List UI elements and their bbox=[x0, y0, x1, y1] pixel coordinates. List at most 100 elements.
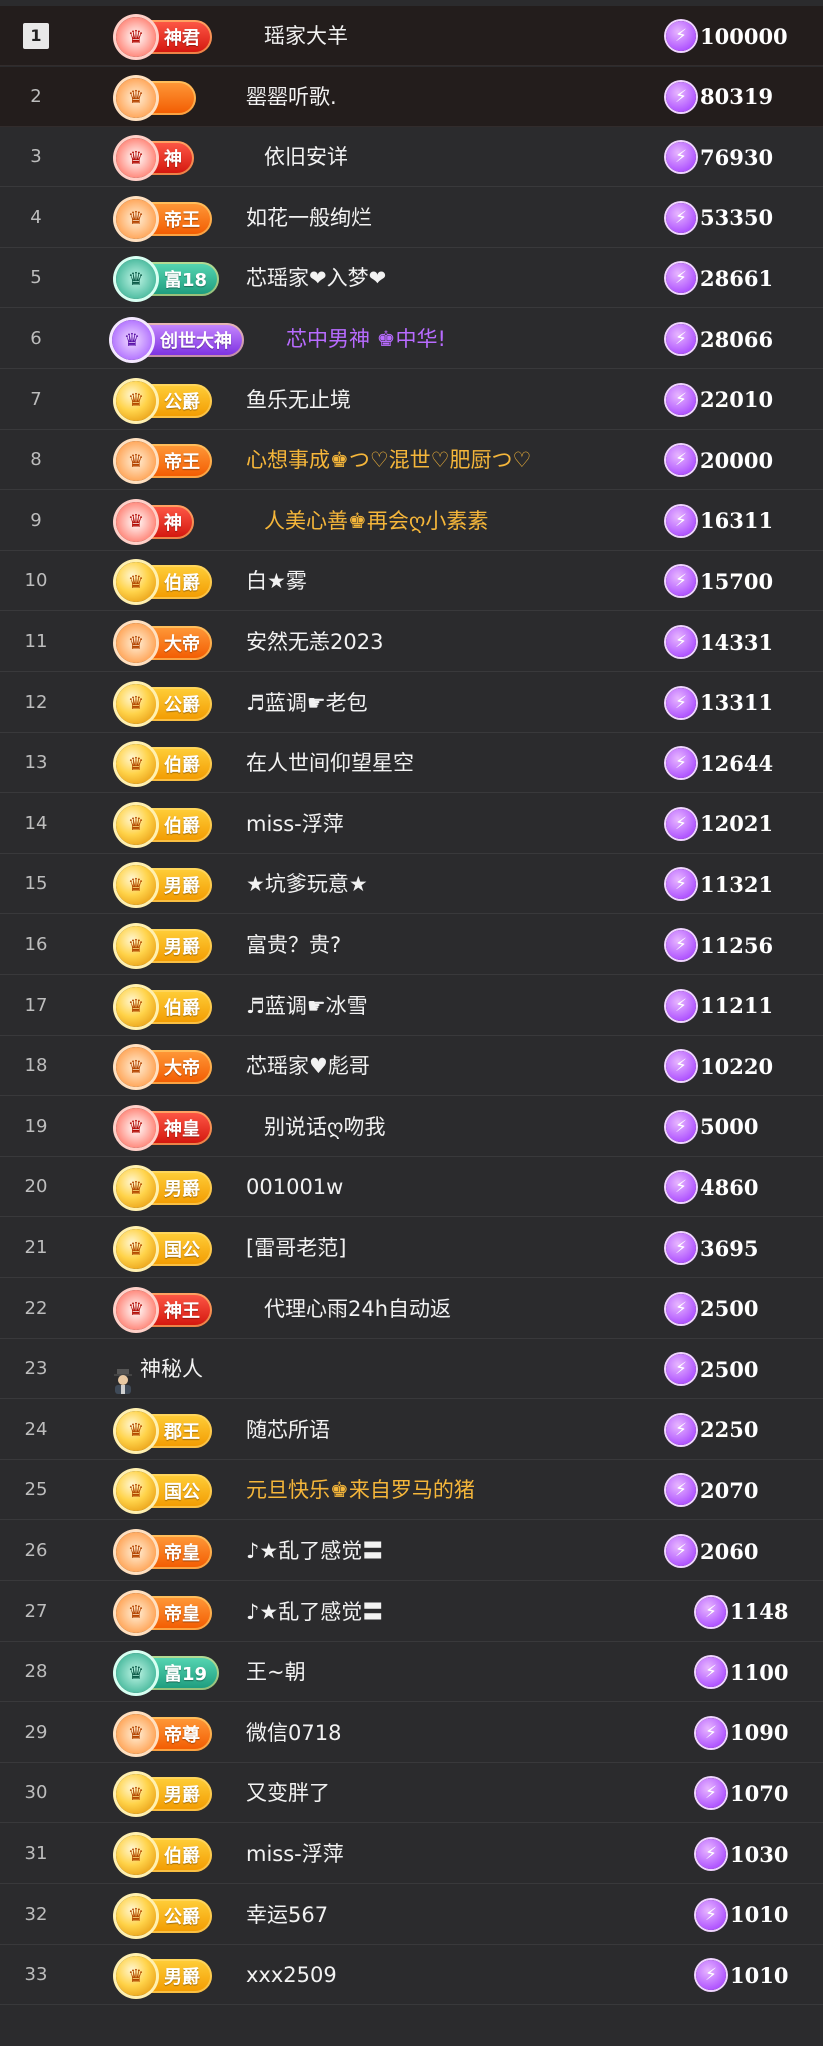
user-name[interactable]: 依旧安详 bbox=[264, 127, 348, 187]
ranking-row[interactable]: 27 ♛ 帝皇 ♪★乱了感觉〓 ⚡ 1148 bbox=[0, 1582, 823, 1642]
lightning-coin-icon: ⚡ bbox=[666, 1233, 696, 1263]
user-name[interactable]: ♪★乱了感觉〓 bbox=[246, 1582, 383, 1642]
rank-number: 6 bbox=[30, 328, 42, 349]
ranking-row[interactable]: 22 ♛ 神王 代理心雨24h自动返 ⚡ 2500 bbox=[0, 1279, 823, 1339]
user-name[interactable]: 王~朝 bbox=[246, 1642, 306, 1702]
user-name[interactable]: 元旦快乐♚来自罗马的猪 bbox=[246, 1460, 475, 1520]
rank-number: 12 bbox=[24, 691, 48, 713]
user-name[interactable]: 别说话ღ吻我 bbox=[264, 1097, 386, 1157]
user-name[interactable]: ♪★乱了感觉〓 bbox=[246, 1521, 383, 1581]
badge-label: 神君 bbox=[164, 28, 200, 49]
gift-score: ⚡ 12644 bbox=[666, 733, 773, 793]
rank-badge: ♛ 伯爵 bbox=[116, 744, 212, 785]
rank-badge: ♛ 国公 bbox=[116, 1471, 212, 1512]
ranking-row[interactable]: 28 ♛ 富19 王~朝 ⚡ 1100 bbox=[0, 1642, 823, 1703]
gift-score: ⚡ 28661 bbox=[666, 248, 773, 308]
rank-number: 15 bbox=[24, 873, 48, 895]
gift-score: ⚡ 1090 bbox=[696, 1703, 788, 1763]
ranking-row[interactable]: 20 ♛ 男爵 001001w ⚡ 4860 bbox=[0, 1157, 823, 1218]
rank-number: 5 bbox=[30, 267, 42, 289]
noble-rank-badge-icon: ♛ bbox=[116, 17, 156, 57]
user-name[interactable]: ♬蓝调☛老包 bbox=[246, 673, 368, 733]
ranking-row[interactable]: 29 ♛ 帝尊 微信0718 ⚡ 1090 bbox=[0, 1703, 823, 1763]
user-name[interactable]: 在人世间仰望星空 bbox=[246, 733, 414, 793]
ranking-row[interactable]: 2 ♛ 罂罂听歌. ⚡ 80319 bbox=[0, 66, 823, 127]
user-name[interactable]: 瑶家大羊 bbox=[264, 6, 348, 66]
rank-badge: ♛ 公爵 bbox=[116, 683, 212, 724]
ranking-row[interactable]: 9 ♛ 神人美心善♚再会ღ小素素 ⚡ 16311 bbox=[0, 491, 823, 551]
rank-number: 27 bbox=[24, 1600, 48, 1622]
rank-number: 20 bbox=[24, 1176, 48, 1198]
user-name[interactable]: ★坑爹玩意★ bbox=[246, 854, 368, 914]
user-name[interactable]: miss-浮萍 bbox=[246, 1824, 344, 1884]
ranking-row[interactable]: 17 ♛ 伯爵 ♬蓝调☛冰雪 ⚡ 11211 bbox=[0, 976, 823, 1036]
user-name[interactable]: 微信0718 bbox=[246, 1703, 341, 1763]
ranking-row[interactable]: 11 ♛ 大帝 安然无恙2023 ⚡ 14331 bbox=[0, 612, 823, 672]
rank-badge: ♛ 大帝 bbox=[116, 1047, 212, 1088]
user-name[interactable]: 安然无恙2023 bbox=[246, 612, 383, 672]
user-name[interactable]: 如花一般绚烂 bbox=[246, 188, 372, 248]
user-name[interactable]: 富贵？贵? bbox=[246, 915, 341, 975]
user-name[interactable]: 芯瑶家♥彪哥 bbox=[246, 1036, 370, 1096]
ranking-row[interactable]: 7 ♛ 公爵 鱼乐无止境 ⚡ 22010 bbox=[0, 370, 823, 430]
ranking-row[interactable]: 13 ♛ 伯爵 在人世间仰望星空 ⚡ 12644 bbox=[0, 733, 823, 794]
ranking-row[interactable]: 8 ♛ 帝王 心想事成♚つ♡混世♡肥厨つ♡ ⚡ 20000 bbox=[0, 430, 823, 491]
ranking-row[interactable]: 25 ♛ 国公 元旦快乐♚来自罗马的猪 ⚡ 2070 bbox=[0, 1460, 823, 1521]
ranking-row[interactable]: 4 ♛ 帝王 如花一般绚烂 ⚡ 53350 bbox=[0, 188, 823, 248]
user-name[interactable]: 代理心雨24h自动返 bbox=[264, 1279, 451, 1339]
ranking-row[interactable]: 10 ♛ 伯爵 白★雾 ⚡ 15700 bbox=[0, 551, 823, 612]
rank-badge: ♛ 帝皇 bbox=[116, 1532, 212, 1572]
user-name[interactable]: xxx2509 bbox=[246, 1945, 337, 2005]
user-name[interactable]: 又变胖了 bbox=[246, 1763, 330, 1823]
user-name[interactable]: 神秘人 bbox=[112, 1339, 203, 1399]
user-name[interactable]: 随芯所语 bbox=[246, 1400, 330, 1460]
ranking-row[interactable]: 1 ♛ 神君 瑶家大羊 ⚡ 100000 bbox=[0, 6, 823, 66]
ranking-row[interactable]: 26 ♛ 帝皇 ♪★乱了感觉〓 ⚡ 2060 bbox=[0, 1521, 823, 1581]
ranking-row[interactable]: 23 神秘人 ⚡ 2500 bbox=[0, 1339, 823, 1400]
ranking-row[interactable]: 16 ♛ 男爵 富贵？贵? ⚡ 11256 bbox=[0, 915, 823, 975]
rank-number: 21 bbox=[24, 1237, 48, 1258]
user-name[interactable]: 鱼乐无止境 bbox=[246, 370, 351, 430]
ranking-row[interactable]: 18 ♛ 大帝 芯瑶家♥彪哥 ⚡ 10220 bbox=[0, 1036, 823, 1097]
ranking-row[interactable]: 19 ♛ 神皇 别说话ღ吻我 ⚡ 5000 bbox=[0, 1097, 823, 1157]
rank-number: 3 bbox=[30, 146, 42, 168]
ranking-row[interactable]: 3 ♛ 神依旧安详 ⚡ 76930 bbox=[0, 127, 823, 188]
lightning-coin-icon: ⚡ bbox=[666, 1414, 696, 1445]
user-name[interactable]: ♬蓝调☛冰雪 bbox=[246, 976, 368, 1036]
ranking-row[interactable]: 31 ♛ 伯爵 miss-浮萍 ⚡ 1030 bbox=[0, 1824, 823, 1884]
user-name[interactable]: 人美心善♚再会ღ小素素 bbox=[264, 491, 488, 551]
ranking-row[interactable]: 14 ♛ 伯爵 miss-浮萍 ⚡ 12021 bbox=[0, 794, 823, 854]
user-name[interactable]: 心想事成♚つ♡混世♡肥厨つ♡ bbox=[246, 430, 531, 490]
ranking-row[interactable]: 15 ♛ 男爵 ★坑爹玩意★ ⚡ 11321 bbox=[0, 854, 823, 915]
badge-label: 富19 bbox=[164, 1664, 208, 1686]
noble-rank-badge-icon: ♛ bbox=[116, 1713, 156, 1754]
ranking-row[interactable]: 33 ♛ 男爵 xxx2509 ⚡ 1010 bbox=[0, 1945, 823, 2006]
ranking-row[interactable]: 6 ♛ 创世大神 芯中男神 ♚中华! ⚡ 28066 bbox=[0, 309, 823, 369]
ranking-row[interactable]: 24 ♛ 郡王 随芯所语 ⚡ 2250 bbox=[0, 1400, 823, 1460]
gift-score: ⚡ 2250 bbox=[666, 1400, 758, 1460]
ranking-row[interactable]: 32 ♛ 公爵 幸运567 ⚡ 1010 bbox=[0, 1885, 823, 1945]
gift-score: ⚡ 1100 bbox=[696, 1642, 788, 1702]
ranking-row[interactable]: 21 ♛ 国公 [雷哥老范] ⚡ 3695 bbox=[0, 1218, 823, 1278]
rank-number: 7 bbox=[30, 388, 42, 410]
ranking-row[interactable]: 12 ♛ 公爵 ♬蓝调☛老包 ⚡ 13311 bbox=[0, 673, 823, 733]
user-name[interactable]: 幸运567 bbox=[246, 1885, 328, 1945]
user-name[interactable]: 001001w bbox=[246, 1157, 343, 1217]
lightning-coin-icon: ⚡ bbox=[666, 1172, 696, 1203]
user-name[interactable]: 罂罂听歌. bbox=[246, 67, 337, 127]
badge-label: 公爵 bbox=[164, 694, 200, 716]
user-name[interactable]: 芯中男神 ♚中华! bbox=[286, 309, 446, 369]
gift-score: ⚡ 11321 bbox=[666, 854, 773, 914]
user-name[interactable]: [雷哥老范] bbox=[246, 1218, 346, 1278]
ranking-row[interactable]: 5 ♛ 富18 芯瑶家❤入梦❤ ⚡ 28661 bbox=[0, 248, 823, 309]
user-name[interactable]: 白★雾 bbox=[246, 551, 307, 611]
user-name[interactable]: 芯瑶家❤入梦❤ bbox=[246, 248, 386, 308]
lightning-coin-icon: ⚡ bbox=[666, 990, 696, 1021]
rank-number: 29 bbox=[24, 1721, 48, 1743]
gift-score: ⚡ 15700 bbox=[666, 551, 773, 611]
rank-badge: ♛ 神 bbox=[116, 501, 194, 542]
ranking-row[interactable]: 30 ♛ 男爵 又变胖了 ⚡ 1070 bbox=[0, 1763, 823, 1824]
lightning-coin-icon: ⚡ bbox=[666, 81, 696, 112]
gift-score: ⚡ 4860 bbox=[666, 1157, 758, 1217]
user-name[interactable]: miss-浮萍 bbox=[246, 794, 344, 854]
